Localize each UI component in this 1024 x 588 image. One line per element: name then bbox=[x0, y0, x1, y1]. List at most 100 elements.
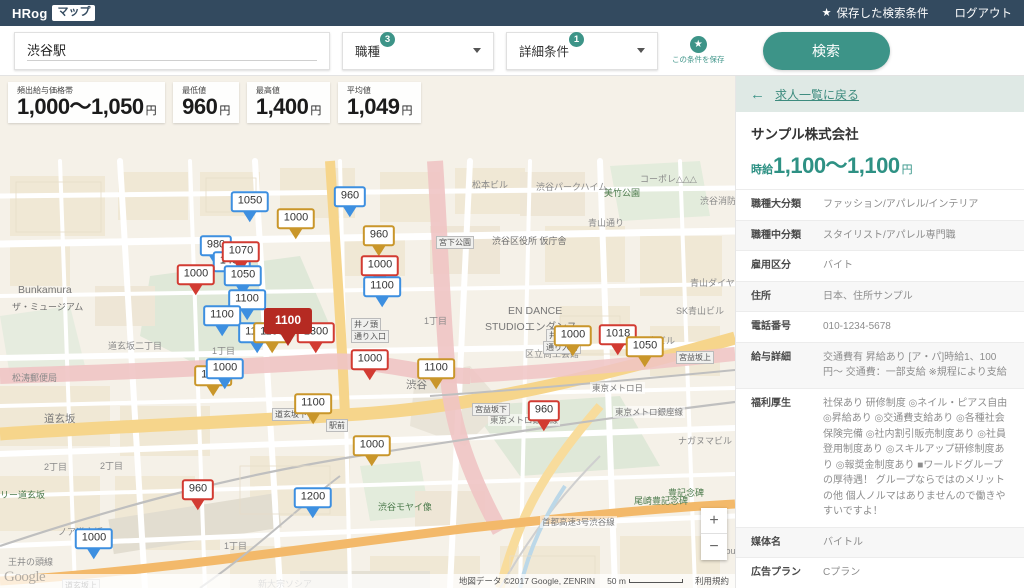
stat-unit: 円 bbox=[401, 105, 412, 117]
marker-tail bbox=[242, 211, 257, 222]
keyword-field[interactable] bbox=[14, 31, 330, 70]
map-marker[interactable]: 1100 bbox=[417, 358, 455, 389]
map-zoom-controls[interactable]: + − bbox=[701, 508, 727, 560]
marker-tail bbox=[364, 455, 379, 466]
brand-logo[interactable]: HRog マップ bbox=[12, 5, 96, 21]
map-marker[interactable]: 1050 bbox=[625, 336, 665, 367]
marker-tail bbox=[86, 548, 101, 559]
job-type-count-badge: 3 bbox=[380, 32, 396, 47]
job-detail-table: 職種大分類 ファッション/アパレル/インテリア職種中分類 スタイリスト/アパレル専門… bbox=[736, 189, 1024, 588]
star-icon: ★ bbox=[689, 36, 707, 53]
stat-number: 1,000〜1,050 bbox=[17, 94, 144, 119]
detail-row: 電話番号 010-1234-5678 bbox=[736, 311, 1024, 342]
zoom-in-button[interactable]: + bbox=[701, 508, 727, 534]
map-marker[interactable]: 1000 bbox=[276, 208, 316, 239]
stat-unit: 円 bbox=[145, 105, 157, 117]
google-logo: Google bbox=[4, 569, 46, 585]
detail-condition-label: 詳細条件 1 bbox=[519, 32, 585, 60]
map-marker[interactable]: 960 bbox=[527, 400, 561, 431]
map-marker[interactable]: 1100 bbox=[294, 393, 332, 424]
detail-row-value: Cプラン bbox=[823, 567, 861, 578]
marker-label: 1000 bbox=[276, 208, 316, 229]
stat-number: 1,400 bbox=[255, 94, 309, 119]
detail-row-key: 住所 bbox=[751, 290, 771, 302]
detail-row-value: バイト bbox=[823, 260, 853, 271]
map-marker[interactable]: 1000 bbox=[205, 358, 245, 389]
map-marker[interactable]: 1000 bbox=[350, 349, 390, 380]
map-marker[interactable]: 1000 bbox=[352, 435, 392, 466]
company-name: サンプル株式会社 bbox=[751, 127, 859, 142]
detail-row-value: ファッション/アパレル/インテリア bbox=[823, 199, 979, 210]
detail-row: 住所 日本、住所サンプル bbox=[736, 280, 1024, 311]
logout-label: ログアウト bbox=[954, 8, 1013, 20]
search-button[interactable]: 検索 bbox=[762, 31, 890, 70]
zoom-out-button[interactable]: − bbox=[701, 534, 727, 560]
detail-row-key: 職種大分類 bbox=[751, 199, 801, 210]
map-scale: 50 m bbox=[607, 576, 683, 586]
map-marker[interactable]: 1000 bbox=[553, 325, 593, 356]
marker-label: 1100 bbox=[363, 276, 401, 297]
star-icon: ★ bbox=[821, 6, 832, 19]
marker-tail bbox=[565, 345, 580, 356]
stat-unit: 円 bbox=[310, 105, 321, 117]
marker-label: 1070 bbox=[221, 241, 261, 262]
map-attribution-bar: 地図データ ©2017 Google, ZENRIN 50 m 利用規約 bbox=[0, 574, 735, 588]
main-area: 頻出給与価格帯 1,000〜1,050 円 最低値 960 円 最高値 1,400 円… bbox=[0, 76, 1024, 588]
map-marker[interactable]: 960 bbox=[181, 479, 215, 510]
marker-label: 960 bbox=[333, 186, 367, 207]
map-marker[interactable]: 960 bbox=[362, 225, 396, 256]
logout-link[interactable]: ログアウト bbox=[955, 5, 1013, 21]
wage-unit: 円 bbox=[901, 164, 913, 176]
save-condition-label: この条件を保存 bbox=[672, 55, 725, 64]
detail-row: 給与詳細 交通費有 昇給あり [ア・パ]時給1、100円〜 交通費：一部支給 ※規… bbox=[736, 341, 1024, 388]
map[interactable]: 頻出給与価格帯 1,000〜1,050 円 最低値 960 円 最高値 1,400 円… bbox=[0, 76, 735, 588]
search-bar: 職種 3 詳細条件 1 ★ この条件を保存 検索 bbox=[0, 26, 1024, 76]
stat-value: 1,400 円 bbox=[255, 94, 322, 119]
back-to-list-button[interactable]: ← 求人一覧に戻る bbox=[736, 76, 1024, 112]
search-input[interactable] bbox=[27, 40, 317, 61]
top-bar-actions: ★ 保存した検索条件 ログアウト bbox=[822, 5, 1012, 21]
detail-row-key: 福利厚生 bbox=[751, 397, 791, 409]
marker-label: 1050 bbox=[223, 265, 263, 286]
job-type-label: 職種 3 bbox=[355, 32, 396, 60]
marker-tail bbox=[342, 206, 357, 217]
job-type-select[interactable]: 職種 3 bbox=[342, 31, 494, 70]
detail-row: 福利厚生 社保あり 研修制度 ◎ネイル・ピアス自由 ◎昇給あり ◎交通費支給あり … bbox=[736, 387, 1024, 527]
map-marker[interactable]: 1000 bbox=[176, 264, 216, 295]
save-condition-button[interactable]: ★ この条件を保存 bbox=[672, 36, 725, 65]
detail-row-key: 広告プラン bbox=[751, 567, 801, 578]
job-summary: サンプル株式会社 時給 1,100〜1,100 円 bbox=[736, 112, 1024, 189]
marker-label: 1050 bbox=[230, 191, 270, 212]
marker-label: 1000 bbox=[350, 349, 390, 370]
top-bar: HRog マップ ★ 保存した検索条件 ログアウト bbox=[0, 0, 1024, 26]
map-marker[interactable]: 1200 bbox=[293, 487, 333, 518]
marker-label: 1000 bbox=[74, 528, 114, 549]
detail-row: 職種中分類 スタイリスト/アパレル専門職 bbox=[736, 219, 1024, 250]
detail-row: 職種大分類 ファッション/アパレル/インテリア bbox=[736, 189, 1024, 220]
map-marker[interactable]: 1100 bbox=[363, 276, 401, 307]
marker-tail bbox=[306, 413, 320, 424]
map-marker[interactable]: 1100 bbox=[263, 308, 313, 346]
marker-label: 1100 bbox=[263, 308, 313, 334]
detail-row-key: 媒体名 bbox=[751, 536, 781, 548]
marker-label: 1100 bbox=[294, 393, 332, 414]
map-marker[interactable]: 1100 bbox=[203, 305, 241, 336]
job-detail-panel: ← 求人一覧に戻る サンプル株式会社 時給 1,100〜1,100 円 職種大分… bbox=[735, 76, 1024, 588]
scale-label: 50 m bbox=[607, 576, 626, 586]
map-marker[interactable]: 960 bbox=[333, 186, 367, 217]
map-marker[interactable]: 1000 bbox=[74, 528, 114, 559]
marker-label: 960 bbox=[181, 479, 215, 500]
stat-unit: 円 bbox=[219, 105, 230, 117]
stat-frequent-wage-band: 頻出給与価格帯 1,000〜1,050 円 bbox=[8, 82, 166, 124]
stat-number: 1,049 bbox=[346, 94, 400, 119]
marker-label: 1000 bbox=[176, 264, 216, 285]
stat-number: 960 bbox=[182, 94, 218, 119]
terms-link[interactable]: 利用規約 bbox=[695, 575, 729, 587]
saved-search-link[interactable]: ★ 保存した検索条件 bbox=[822, 5, 929, 21]
map-marker[interactable]: 1050 bbox=[230, 191, 270, 222]
detail-condition-select[interactable]: 詳細条件 1 bbox=[506, 31, 658, 70]
stat-min: 最低値 960 円 bbox=[173, 82, 239, 124]
chevron-down-icon bbox=[637, 48, 645, 53]
wage-line: 時給 1,100〜1,100 円 bbox=[751, 148, 1009, 180]
brand-name: HRog bbox=[12, 5, 48, 21]
